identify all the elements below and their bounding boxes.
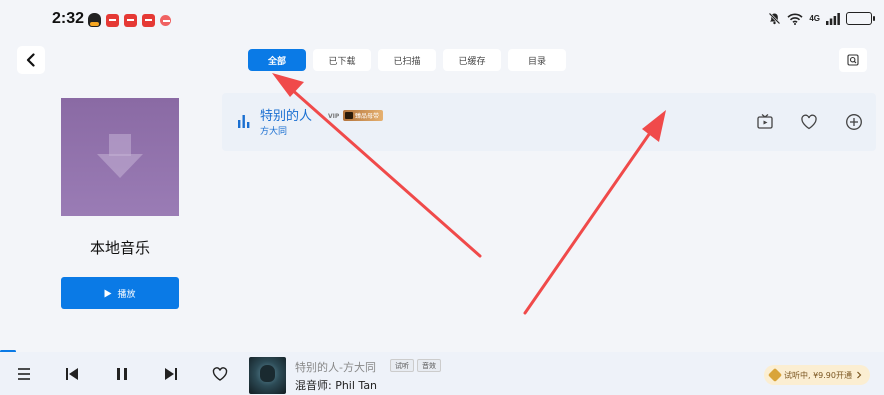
next-icon[interactable] [163, 366, 179, 382]
quality-label: 臻品母带 [355, 113, 380, 120]
filter-tabs: 全部 已下载 已扫描 已缓存 目录 [248, 49, 566, 71]
trial-upgrade-text: 试听中, ¥9.90开通 [784, 370, 852, 380]
heart-icon[interactable] [212, 366, 228, 382]
notification-icons [88, 13, 171, 27]
song-artist: 方大同 [260, 127, 288, 137]
playing-equalizer-icon [238, 115, 250, 128]
status-time: 2:32 [52, 10, 85, 27]
trial-upgrade-button[interactable]: 试听中, ¥9.90开通 [764, 365, 870, 385]
song-title: 特别的人 [260, 109, 313, 124]
wifi-icon [787, 13, 803, 25]
sound-effect-badge[interactable]: 音效 [417, 359, 441, 372]
album-cover [61, 98, 179, 216]
vip-badge: VIP [328, 113, 340, 120]
heart-icon[interactable] [800, 113, 818, 131]
mute-icon [768, 12, 781, 25]
signal-icon [826, 12, 840, 25]
network-type: 4G [809, 14, 820, 23]
app-notification-icon [142, 13, 155, 27]
download-arrow-icon [97, 134, 143, 178]
search-icon [847, 54, 859, 66]
status-bar: 2:32 4G [0, 0, 884, 40]
chevron-right-icon [857, 371, 862, 379]
menu-icon[interactable] [16, 366, 32, 382]
trial-badge: 试听 [390, 359, 414, 372]
play-icon [104, 289, 112, 297]
now-playing-title: 特别的人-方大同 [295, 361, 376, 374]
album-title: 本地音乐 [89, 239, 150, 257]
app-notification-icon [160, 14, 171, 26]
qq-icon [88, 13, 101, 27]
system-icons: 4G [768, 12, 875, 25]
pause-icon[interactable] [114, 366, 130, 382]
previous-icon[interactable] [64, 366, 80, 382]
tab-downloaded[interactable]: 已下载 [313, 49, 371, 71]
battery-icon [846, 12, 875, 25]
add-icon[interactable] [845, 113, 863, 131]
quality-badge: 臻品母带 [343, 110, 384, 121]
app-notification-icon [124, 13, 137, 27]
mv-icon[interactable] [756, 113, 774, 131]
tab-cached[interactable]: 已缓存 [443, 49, 501, 71]
now-playing-artwork[interactable] [249, 357, 286, 394]
mixer-credit: 混音师: Phil Tan [295, 379, 378, 392]
play-button-label: 播放 [117, 289, 136, 300]
chevron-left-icon [26, 53, 35, 67]
search-button[interactable] [839, 48, 867, 72]
song-row[interactable]: 特别的人 VIP 臻品母带 方大同 [222, 93, 876, 151]
app-notification-icon [106, 13, 119, 27]
player-bar: 特别的人-方大同 试听 音效 混音师: Phil Tan 试听中, ¥9.90开… [0, 352, 884, 395]
tab-all[interactable]: 全部 [248, 49, 306, 71]
tab-directory[interactable]: 目录 [508, 49, 566, 71]
back-button[interactable] [17, 46, 45, 74]
quality-mark-icon [345, 112, 353, 119]
vip-gem-icon [767, 367, 783, 383]
play-all-button[interactable]: 播放 [61, 277, 179, 309]
tab-scanned[interactable]: 已扫描 [378, 49, 436, 71]
